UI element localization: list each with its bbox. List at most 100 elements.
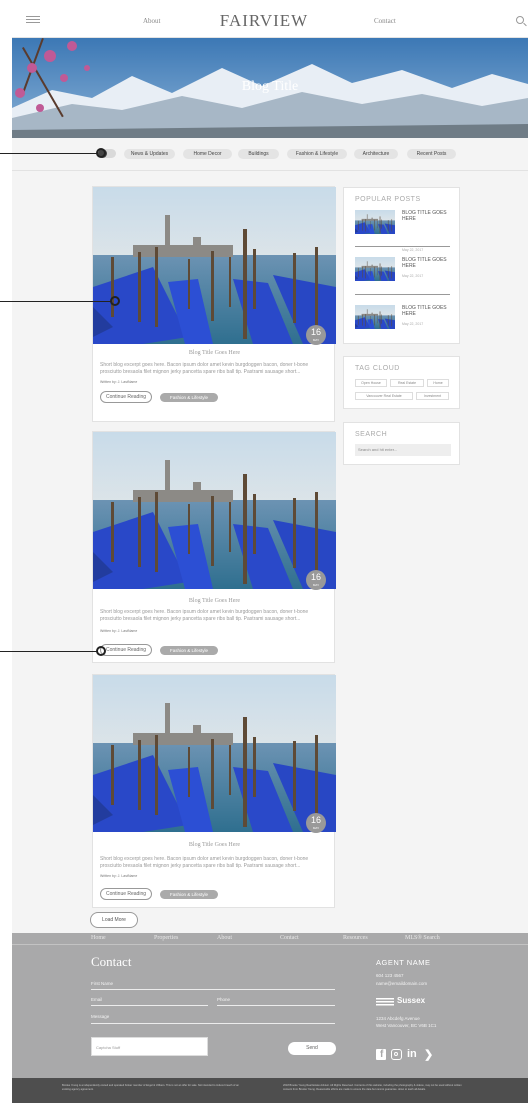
category-filter-bar: News & Updates Home Decor Buildings Fash… <box>12 138 528 171</box>
popular-post-date: May 22, 2017 <box>402 248 424 252</box>
post-author: Written by: J. LastName <box>100 380 138 384</box>
tag-link[interactable]: Investment <box>416 392 449 400</box>
divider <box>355 246 450 247</box>
annotation-marker <box>110 296 120 306</box>
legal-bar: Brooke Young is a independently owned an… <box>12 1078 528 1103</box>
tag-link[interactable]: Real Estate <box>390 379 424 387</box>
post-title[interactable]: Blog Title Goes Here <box>93 598 336 604</box>
date-badge: 16 MAY <box>306 325 326 345</box>
annotation-marker <box>96 148 106 158</box>
footer: Contact First Name Email Phone Message C… <box>12 945 528 1078</box>
captcha-box[interactable]: Captcha Stuff <box>91 1037 208 1056</box>
message-field[interactable]: Message <box>91 1014 109 1019</box>
agent-email[interactable]: name@emaildomain.com <box>376 981 427 986</box>
popular-post-item[interactable]: BLOG TITLE GOES HERE May 22, 2017 <box>355 305 450 343</box>
input-underline <box>217 1005 335 1006</box>
facebook-icon[interactable]: f <box>376 1049 386 1060</box>
continue-reading-button[interactable]: Continue Reading <box>100 888 152 900</box>
post-title[interactable]: Blog Title Goes Here <box>93 842 336 848</box>
popular-post-date: May 22, 2017 <box>402 274 424 278</box>
agent-name: AGENT NAME <box>376 958 431 967</box>
post-excerpt: Short blog excerpt goes here. Bacon ipsu… <box>100 856 309 869</box>
load-more-button[interactable]: Load More <box>90 912 138 928</box>
footer-nav-link[interactable]: Contact <box>280 935 299 941</box>
continue-reading-button[interactable]: Continue Reading <box>100 391 152 403</box>
post-category-tag[interactable]: Fashion & Lifestyle <box>160 890 218 899</box>
date-badge: 16 MAY <box>306 570 326 590</box>
post-image[interactable] <box>93 432 336 589</box>
agent-address-line-1: 1234 Abcdefg Avenue <box>376 1016 420 1021</box>
tag-cloud-heading: TAG CLOUD <box>355 365 400 372</box>
blog-post-card: 16 MAY Blog Title Goes Here Short blog ex… <box>92 674 335 908</box>
post-image[interactable] <box>93 187 336 344</box>
post-category-tag[interactable]: Fashion & Lifestyle <box>160 393 218 402</box>
popular-post-title: BLOG TITLE GOES HERE <box>402 210 447 222</box>
input-underline <box>91 1023 335 1024</box>
popular-posts-widget: POPULAR POSTS BLOG TITLE GOES HERE May 2… <box>343 187 460 344</box>
filter-pill[interactable]: News & Updates <box>124 149 175 159</box>
filter-pill[interactable]: Home Decor <box>183 149 232 159</box>
filter-pill[interactable]: Architecture <box>354 149 398 159</box>
phone-field[interactable]: Phone <box>217 997 230 1002</box>
post-image[interactable] <box>93 675 336 832</box>
brokerage-name: Sussex <box>397 996 426 1005</box>
site-logo[interactable]: FAIRVIEW <box>12 11 528 31</box>
popular-post-title: BLOG TITLE GOES HERE <box>402 305 447 317</box>
blog-post-card: 16 MAY Blog Title Goes Here Short blog ex… <box>92 431 335 663</box>
input-underline <box>91 1005 208 1006</box>
post-author: Written by: J. LastName <box>100 874 138 878</box>
nav-link-contact[interactable]: Contact <box>374 17 396 25</box>
footer-navigation: Home Properties About Contact Resources … <box>12 933 528 945</box>
footer-nav-link[interactable]: Properties <box>154 935 178 941</box>
agent-phone[interactable]: 604 123 4567 <box>376 973 404 978</box>
twitter-icon[interactable]: ❯ <box>424 1048 433 1061</box>
filter-pill[interactable]: Recent Posts <box>407 149 456 159</box>
footer-nav-link[interactable]: MLS® Search <box>405 935 440 941</box>
linkedin-icon[interactable]: in <box>407 1048 417 1060</box>
brokerage-logo-mark-icon <box>376 998 394 1006</box>
legal-text-left: Brooke Young is a independently owned an… <box>62 1084 239 1091</box>
popular-post-item[interactable]: BLOG TITLE GOES HERE May 22, 2017 <box>355 210 450 252</box>
continue-reading-button[interactable]: Continue Reading <box>100 644 152 656</box>
annotation-marker <box>96 646 106 656</box>
post-title[interactable]: Blog Title Goes Here <box>93 350 336 356</box>
annotation-line <box>0 153 98 154</box>
brokerage-logo: Sussex <box>376 996 446 1007</box>
search-widget: SEARCH Search and hit enter... <box>343 422 460 465</box>
filter-pill[interactable]: Fashion & Lifestyle <box>287 149 347 159</box>
popular-post-thumbnail <box>355 305 395 329</box>
tag-link[interactable]: Open House <box>355 379 387 387</box>
first-name-field[interactable]: First Name <box>91 981 113 986</box>
filter-pill[interactable]: Buildings <box>238 149 279 159</box>
post-author: Written by: J. LastName <box>100 629 138 633</box>
send-button[interactable]: Send <box>288 1042 336 1055</box>
annotation-line <box>0 651 98 652</box>
annotation-line <box>0 301 112 302</box>
tag-link[interactable]: Vancouver Real Estate <box>355 392 413 400</box>
top-navigation-bar: About FAIRVIEW Contact <box>12 0 528 38</box>
footer-nav-link[interactable]: About <box>217 935 232 941</box>
popular-posts-heading: POPULAR POSTS <box>355 196 421 203</box>
popular-post-date: May 22, 2017 <box>402 322 424 326</box>
contact-heading: Contact <box>91 954 132 969</box>
post-category-tag[interactable]: Fashion & Lifestyle <box>160 646 218 655</box>
popular-post-thumbnail <box>355 210 395 234</box>
date-badge: 16 MAY <box>306 813 326 833</box>
blog-post-card: 16 MAY Blog Title Goes Here Short blog ex… <box>92 186 335 422</box>
instagram-icon[interactable] <box>391 1049 402 1060</box>
email-field[interactable]: Email <box>91 997 102 1002</box>
tag-cloud-widget: TAG CLOUD Open House Real Estate Home Va… <box>343 356 460 409</box>
popular-post-thumbnail <box>355 257 395 281</box>
post-excerpt: Short blog excerpt goes here. Bacon ipsu… <box>100 362 309 375</box>
page: About FAIRVIEW Contact Blog Title News &… <box>12 0 528 1103</box>
hero-title: Blog Title <box>241 79 299 94</box>
popular-post-item[interactable]: BLOG TITLE GOES HERE May 22, 2017 <box>355 257 450 295</box>
footer-nav-link[interactable]: Home <box>91 935 106 941</box>
tag-link[interactable]: Home <box>427 379 449 387</box>
input-underline <box>91 989 335 990</box>
legal-text-right: 2018 Brooke Young Real Estate Advisor. A… <box>283 1084 462 1091</box>
search-icon[interactable] <box>516 16 524 24</box>
search-heading: SEARCH <box>355 431 388 438</box>
sidebar-search-input[interactable]: Search and hit enter... <box>355 444 451 456</box>
footer-nav-link[interactable]: Resources <box>343 935 368 941</box>
